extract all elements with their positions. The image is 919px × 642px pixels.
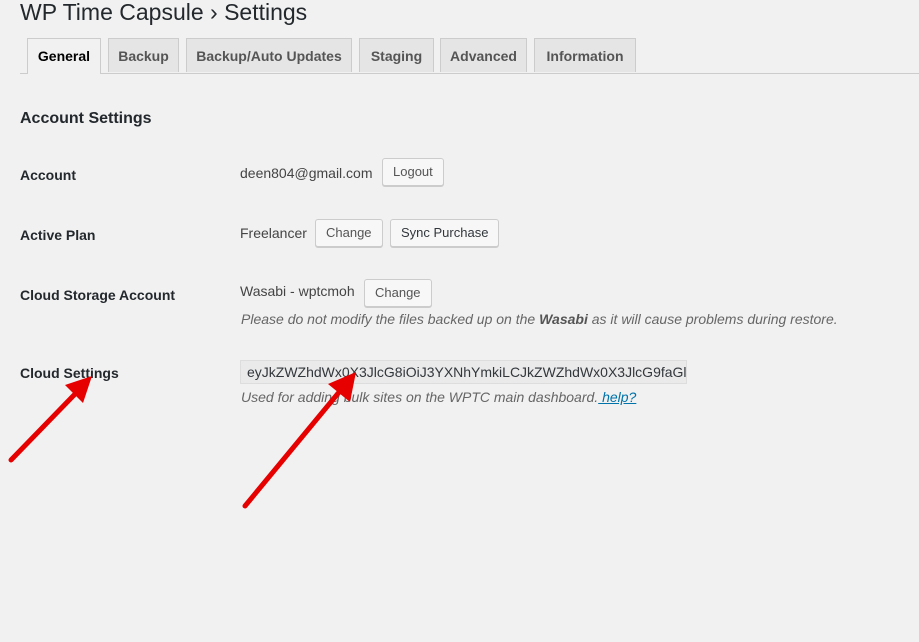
arrow-to-cloud-settings-label <box>8 390 79 463</box>
cloud-storage-label: Cloud Storage Account <box>20 287 176 303</box>
tab-backup-auto-updates[interactable]: Backup/Auto Updates <box>186 38 352 72</box>
tab-advanced[interactable]: Advanced <box>440 38 527 72</box>
active-plan-value: Freelancer <box>240 225 307 241</box>
logout-button[interactable]: Logout <box>382 158 444 186</box>
tab-backup[interactable]: Backup <box>108 38 179 72</box>
settings-tabs: General Backup Backup/Auto Updates Stagi… <box>20 38 919 74</box>
storage-warning-text-end: as it will cause problems during restore… <box>587 311 838 327</box>
cloud-storage-value: Wasabi - wptcmoh <box>240 283 355 299</box>
account-label: Account <box>20 167 76 183</box>
section-title: Account Settings <box>20 110 152 127</box>
account-email: deen804@gmail.com <box>240 165 373 181</box>
change-storage-button[interactable]: Change <box>364 279 432 307</box>
page-title: WP Time Capsule › Settings <box>20 0 308 25</box>
tab-staging[interactable]: Staging <box>359 38 434 72</box>
arrow-to-cloud-settings-key <box>242 388 343 509</box>
storage-warning: Please do not modify the files backed up… <box>241 311 838 327</box>
active-plan-label: Active Plan <box>20 227 96 243</box>
change-plan-button[interactable]: Change <box>315 219 383 247</box>
tab-general[interactable]: General <box>27 38 101 74</box>
sync-purchase-button[interactable]: Sync Purchase <box>390 219 500 247</box>
storage-warning-text: Please do not modify the files backed up… <box>241 311 540 327</box>
help-link[interactable]: help? <box>598 389 636 405</box>
tab-information[interactable]: Information <box>534 38 636 72</box>
storage-provider-name: Wasabi <box>539 311 588 327</box>
cloud-settings-description: Used for adding bulk sites on the WPTC m… <box>241 389 636 405</box>
cloud-settings-note: Used for adding bulk sites on the WPTC m… <box>241 389 599 405</box>
cloud-settings-label: Cloud Settings <box>20 365 119 381</box>
cloud-settings-key-field[interactable]: eyJkZWZhdWx0X3JlcG8iOiJ3YXNhYmkiLCJkZWZh… <box>240 360 687 384</box>
